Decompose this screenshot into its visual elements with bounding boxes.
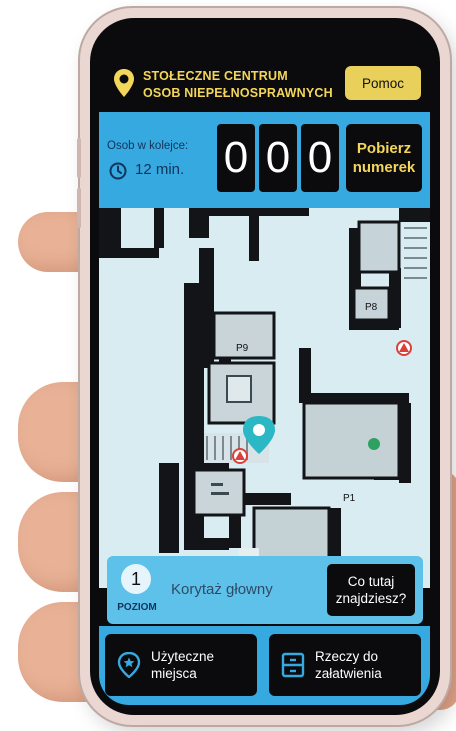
level-indicator[interactable]: 1 POZIOM xyxy=(113,562,161,618)
queue-label: Osob w kolejce: xyxy=(107,140,189,152)
whats-here-label-line1: Co tutaj xyxy=(347,574,395,589)
help-button[interactable]: Pomoc xyxy=(345,66,421,100)
app-header: STOŁECZNE CENTRUM OSOB NIEPEŁNOSPRAWNYCH… xyxy=(99,36,430,112)
phone-side-button xyxy=(77,188,81,228)
queue-panel: Osob w kolejce: 12 min. 0 0 0 Pobierz nu… xyxy=(99,112,430,208)
room-label-p9: P9 xyxy=(236,343,249,354)
queue-counter-digit: 0 xyxy=(301,124,339,192)
organization-name: STOŁECZNE CENTRUM OSOB NIEPEŁNOSPRAWNYCH xyxy=(143,68,333,102)
floor-map[interactable]: P9 P8 P1 P2 xyxy=(99,208,430,588)
get-ticket-button[interactable]: Pobierz numerek xyxy=(346,124,422,192)
whats-here-button[interactable]: Co tutaj znajdziesz? xyxy=(327,564,415,616)
location-pin-icon xyxy=(114,69,134,97)
bottom-nav: Użyteczne miejsca Rzeczy do załatwienia xyxy=(99,626,430,705)
useful-places-label-line1: Użyteczne xyxy=(151,649,215,664)
clock-icon xyxy=(109,162,127,180)
get-ticket-label-line1: Pobierz xyxy=(356,140,412,157)
queue-counter-digit: 0 xyxy=(217,124,255,192)
current-location-name: Korytaż głowny xyxy=(171,581,273,598)
whats-here-label-line2: znajdziesz? xyxy=(335,591,407,606)
room-label-p8: P8 xyxy=(365,302,378,313)
queue-counter-digit: 0 xyxy=(259,124,297,192)
phone-device: STOŁECZNE CENTRUM OSOB NIEPEŁNOSPRAWNYCH… xyxy=(77,8,450,725)
floor-plan-drawing xyxy=(99,208,430,588)
phone-side-button xyxy=(77,138,81,178)
errands-label-line2: załatwienia xyxy=(315,666,382,681)
organization-name-line1: STOŁECZNE CENTRUM xyxy=(143,69,288,83)
star-pin-icon xyxy=(117,652,141,678)
floor-info-bar: 1 POZIOM Korytaż głowny Co tutaj znajdzi… xyxy=(107,556,423,624)
useful-places-label-line2: miejsca xyxy=(151,666,197,681)
errands-button[interactable]: Rzeczy do załatwienia xyxy=(269,634,421,696)
room-label-p1: P1 xyxy=(343,493,356,504)
drawer-icon xyxy=(281,652,305,678)
organization-name-line2: OSOB NIEPEŁNOSPRAWNYCH xyxy=(143,86,333,100)
app-screen: STOŁECZNE CENTRUM OSOB NIEPEŁNOSPRAWNYCH… xyxy=(99,36,430,705)
useful-places-button[interactable]: Użyteczne miejsca xyxy=(105,634,257,696)
errands-label-line1: Rzeczy do xyxy=(315,649,379,664)
get-ticket-label-line2: numerek xyxy=(352,159,416,176)
level-number: 1 xyxy=(121,564,151,594)
level-label: POZIOM xyxy=(117,602,157,613)
wait-time: 12 min. xyxy=(135,161,185,178)
